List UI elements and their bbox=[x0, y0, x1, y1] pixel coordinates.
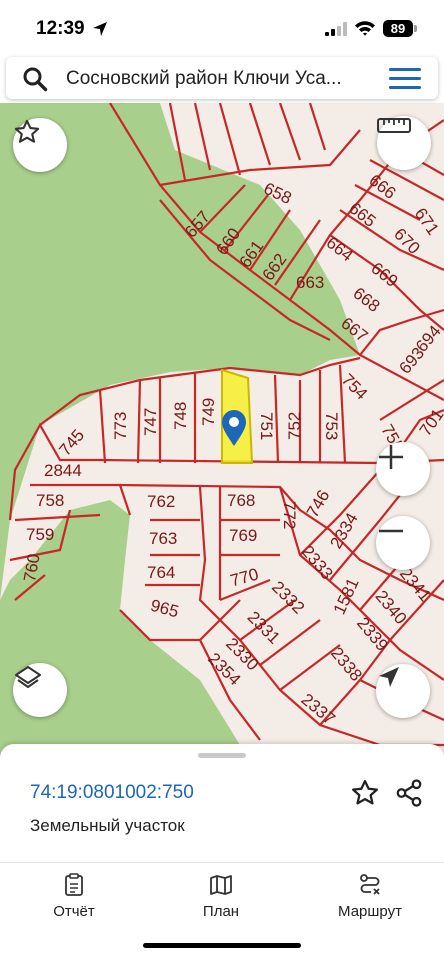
parcel-label: 772 bbox=[280, 501, 299, 529]
parcel-label: 769 bbox=[229, 526, 257, 545]
zoom-out-button[interactable] bbox=[376, 516, 430, 570]
my-location-button[interactable] bbox=[376, 664, 430, 718]
parcel-label: 671 bbox=[411, 204, 443, 238]
layers-button[interactable] bbox=[13, 663, 67, 717]
parcel-label: 762 bbox=[147, 492, 175, 511]
tab-report[interactable]: Отчёт bbox=[19, 873, 129, 920]
parcel-label: 763 bbox=[149, 529, 177, 548]
hamburger-menu-icon[interactable] bbox=[389, 68, 421, 90]
status-bar: 12:39 89 bbox=[0, 0, 444, 56]
ruler-button[interactable] bbox=[377, 116, 431, 170]
tab-plan-label: План bbox=[202, 903, 240, 920]
parcel-label: 668 bbox=[349, 284, 383, 316]
parcel-label: 749 bbox=[199, 398, 218, 426]
tab-route[interactable]: Маршрут bbox=[315, 873, 425, 920]
star-outline-icon[interactable] bbox=[350, 778, 380, 808]
parcel-label: 670 bbox=[390, 224, 423, 257]
parcel-label: 2340 bbox=[372, 587, 411, 628]
parcel-label: 747 bbox=[141, 408, 160, 436]
search-icon[interactable] bbox=[22, 66, 48, 92]
cellular-signal-icon bbox=[325, 22, 347, 36]
battery-level: 89 bbox=[383, 20, 413, 37]
route-icon bbox=[360, 874, 380, 895]
search-bar[interactable]: Сосновский район Ключи Уса... bbox=[6, 57, 438, 99]
plus-icon bbox=[379, 445, 403, 469]
parcel-label: 758 bbox=[36, 491, 64, 510]
ruler-icon bbox=[377, 118, 411, 133]
parcel-label: 1581 bbox=[330, 575, 363, 617]
minus-icon bbox=[379, 529, 403, 533]
star-outline-icon bbox=[14, 119, 40, 143]
parcel-info-sheet[interactable]: 74:19:0801002:750 Земельный участок bbox=[0, 744, 444, 862]
parcel-label: 759 bbox=[26, 525, 54, 544]
layers-icon bbox=[15, 666, 41, 688]
parcel-label: 665 bbox=[345, 199, 379, 231]
tab-route-label: Маршрут bbox=[338, 903, 402, 920]
sheet-drag-handle[interactable] bbox=[198, 753, 246, 758]
report-icon bbox=[65, 873, 83, 896]
parcel-label: 2332 bbox=[268, 577, 308, 617]
share-icon[interactable] bbox=[394, 778, 424, 808]
zoom-in-button[interactable] bbox=[376, 442, 430, 496]
parcel-label: 773 bbox=[111, 412, 130, 440]
home-indicator bbox=[143, 943, 301, 948]
parcel-label: 701 bbox=[416, 405, 444, 439]
parcel-label: 663 bbox=[296, 273, 324, 292]
parcel-label: 753 bbox=[322, 412, 341, 440]
battery-nub bbox=[414, 25, 417, 32]
cadastral-number[interactable]: 74:19:0801002:750 bbox=[30, 782, 194, 804]
parcel-label: 748 bbox=[171, 402, 190, 430]
parcel-type: Земельный участок bbox=[30, 816, 185, 835]
parcel-label: 2339 bbox=[353, 614, 392, 655]
cadastral-map[interactable]: 658 657 660 661 662 663 664 665 666 671 … bbox=[0, 103, 444, 763]
tab-plan[interactable]: План bbox=[166, 873, 276, 920]
parcel-label: 764 bbox=[147, 563, 175, 582]
favorite-button[interactable] bbox=[13, 118, 67, 172]
parcel-label: 2333 bbox=[298, 542, 337, 583]
status-time: 12:39 bbox=[36, 18, 85, 39]
search-query[interactable]: Сосновский район Ключи Уса... bbox=[66, 68, 376, 90]
tab-report-label: Отчёт bbox=[53, 903, 95, 920]
parcel-label: 2341 bbox=[396, 564, 435, 605]
map-plan-icon bbox=[210, 875, 232, 895]
navigation-arrow-icon bbox=[379, 667, 399, 687]
parcel-label: 745 bbox=[55, 426, 88, 460]
parcel-label: 752 bbox=[285, 412, 304, 440]
parcel-label: 2844 bbox=[44, 461, 82, 480]
location-arrow-icon bbox=[93, 22, 107, 36]
parcel-label: 751 bbox=[257, 412, 276, 440]
parcel-label: 768 bbox=[227, 491, 255, 510]
parcel-label: 666 bbox=[365, 171, 399, 203]
wifi-icon bbox=[355, 21, 375, 36]
parcel-label: 965 bbox=[148, 596, 180, 622]
